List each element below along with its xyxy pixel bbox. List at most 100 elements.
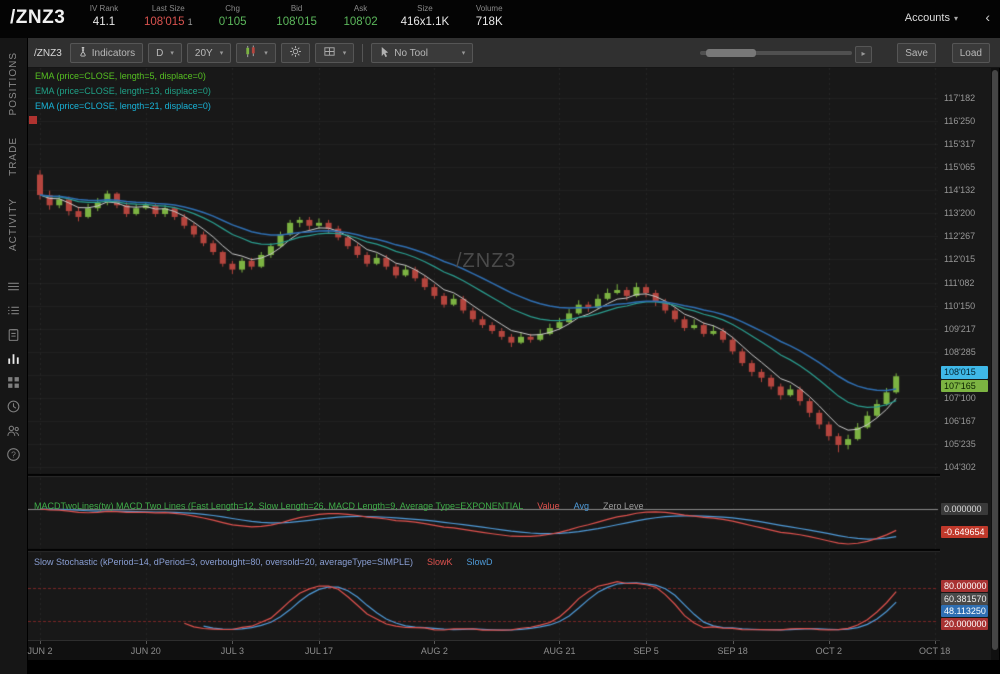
- chart-canvas[interactable]: [28, 68, 940, 660]
- price-axis-label: 112'267: [944, 231, 976, 242]
- time-axis-tick: [145, 641, 147, 644]
- stat-label: Bid: [290, 4, 303, 13]
- indicators-button[interactable]: Indicators: [69, 43, 144, 63]
- legend-slowk: SlowK: [426, 557, 453, 567]
- price-axis-label: 117'182: [944, 93, 976, 103]
- stochastic-value-tag: 48.113250: [941, 605, 988, 617]
- stat-volume: Volume 718K: [465, 4, 513, 28]
- scroll-right-button[interactable]: ▸: [855, 46, 872, 63]
- price-axis-label: 106'167: [944, 415, 976, 426]
- stochastic-value-tag: 20.000000: [941, 617, 988, 630]
- sidebar-tabs: POSITIONS TRADE ACTIVITY: [8, 52, 19, 273]
- time-axis-label: AUG 21: [543, 646, 576, 656]
- time-axis-label: OCT 2: [815, 646, 842, 656]
- stat-value: 0'105: [218, 16, 247, 28]
- layout-dropdown[interactable]: ▾: [314, 43, 355, 63]
- last-price-tag: 108'015: [941, 366, 988, 379]
- accounts-dropdown[interactable]: Accounts ▾: [905, 12, 958, 24]
- time-axis-label: AUG 2: [420, 646, 448, 656]
- trading-platform: /ZNZ3 IV Rank 41.1 Last Size 108'015 1 Chg 0'1…: [0, 0, 1000, 674]
- price-axis-label: 108'285: [944, 346, 976, 357]
- price-axis-label: 104'302: [944, 462, 976, 473]
- time-axis-label: JUN 20: [130, 646, 161, 656]
- stat-chg: Chg 0'105: [209, 4, 257, 28]
- stat-label: Chg: [225, 4, 240, 13]
- price-axis-label: 110'150: [944, 300, 976, 311]
- drawing-tool-dropdown[interactable]: No Tool ▾: [371, 43, 474, 63]
- stat-suffix: 1: [187, 17, 193, 27]
- price-axis-label: 114'132: [944, 185, 976, 196]
- chart-toolbar: /ZNZ3 Indicators D ▾ 20Y ▾ ▾ ▾ No Tool ▾…: [28, 38, 1000, 68]
- macd-label-text: MACDTwoLines(tw) MACD Two Lines (Fast Le…: [34, 501, 524, 511]
- chart-panel: EMA (price=CLOSE, length=5, displace=0) E…: [28, 68, 940, 660]
- legend-slowd: SlowD: [466, 557, 493, 567]
- price-axis-label: 107'100: [944, 392, 976, 403]
- price-axis-label: 115'065: [944, 162, 976, 173]
- sidebar: POSITIONS TRADE ACTIVITY ?: [0, 38, 28, 674]
- save-label: Save: [905, 47, 928, 59]
- stat-value: 41.1: [92, 16, 116, 28]
- stat-last-size: Last Size 108'015 1: [144, 4, 193, 28]
- range-dropdown[interactable]: 20Y ▾: [186, 43, 232, 63]
- macd-study-label: MACDTwoLines(tw) MACD Two Lines (Fast Le…: [34, 501, 658, 511]
- close-price-tag: 107'165: [941, 380, 988, 392]
- time-axis-tick: [232, 641, 234, 644]
- ema-study-label-3: EMA (price=CLOSE, length=21, displace=0): [35, 101, 211, 111]
- stat-size: Size 416x1.1K: [401, 4, 450, 28]
- stat-value: 718K: [475, 16, 503, 28]
- stochastic-study-label: Slow Stochastic (kPeriod=14, dPeriod=3, …: [34, 557, 507, 567]
- history-clock-icon[interactable]: [6, 399, 22, 415]
- followers-users-icon[interactable]: [6, 423, 22, 439]
- legend-avg: Avg: [573, 501, 589, 511]
- alert-marker: [29, 116, 37, 124]
- menu-rows-icon[interactable]: [6, 279, 22, 295]
- chevron-down-icon: ▾: [461, 50, 466, 57]
- load-button[interactable]: Load: [951, 43, 990, 63]
- apps-grid-icon[interactable]: [6, 375, 22, 391]
- time-axis-tick: [318, 641, 320, 644]
- chart-symbol-chip[interactable]: /ZNZ3: [34, 48, 62, 59]
- time-axis-tick: [732, 641, 734, 644]
- flask-icon: [78, 46, 88, 61]
- watchlist-icon[interactable]: [6, 303, 22, 319]
- collapse-panel-chevron-icon[interactable]: ‹: [985, 9, 990, 25]
- price-axis-label: 111'082: [944, 277, 975, 288]
- stochastic-label-text: Slow Stochastic (kPeriod=14, dPeriod=3, …: [34, 557, 413, 567]
- chevron-down-icon: ▾: [170, 50, 174, 57]
- chart-icon[interactable]: [6, 351, 22, 367]
- header: /ZNZ3 IV Rank 41.1 Last Size 108'015 1 Chg 0'1…: [0, 0, 1000, 38]
- sidebar-tab-activity[interactable]: ACTIVITY: [8, 198, 19, 251]
- ema-study-label-2: EMA (price=CLOSE, length=13, displace=0): [35, 86, 211, 96]
- range-value: 20Y: [194, 47, 213, 59]
- time-axis-label: SEP 5: [633, 646, 659, 656]
- layout-grid-icon: [323, 45, 336, 61]
- timeframe-dropdown[interactable]: D ▾: [148, 43, 182, 63]
- time-axis-tick: [559, 641, 561, 644]
- symbol-title: /ZNZ3: [10, 7, 66, 28]
- slider-thumb[interactable]: [706, 49, 756, 57]
- sidebar-tab-positions[interactable]: POSITIONS: [8, 52, 19, 115]
- scrollbar-thumb[interactable]: [992, 70, 998, 650]
- stochastic-value-tag: 80.000000: [941, 580, 988, 592]
- timeframe-value: D: [156, 47, 164, 59]
- gear-icon: [289, 45, 302, 61]
- time-axis-label: JUN 2: [27, 646, 53, 656]
- sidebar-icons: ?: [6, 279, 22, 463]
- macd-zero-tag: 0.000000: [941, 503, 988, 515]
- chart-type-dropdown[interactable]: ▾: [236, 43, 276, 63]
- price-axis-label: 115'317: [944, 139, 976, 150]
- stat-bid: Bid 108'015: [273, 4, 321, 28]
- toolbar-divider: [362, 44, 364, 62]
- help-icon[interactable]: ?: [6, 447, 22, 463]
- save-button[interactable]: Save: [897, 43, 936, 63]
- chart-settings-button[interactable]: [280, 43, 310, 63]
- sidebar-tab-trade[interactable]: TRADE: [8, 137, 19, 176]
- chart-zoom-slider[interactable]: [700, 49, 852, 57]
- orders-clipboard-icon[interactable]: [6, 327, 22, 343]
- vertical-scrollbar[interactable]: [991, 68, 999, 660]
- stat-value: 108'015: [276, 16, 317, 28]
- cursor-icon: [379, 46, 390, 61]
- stat-label: Volume: [475, 4, 503, 13]
- price-axis: 117'182 116'250 115'317 115'065 114'132 113'2…: [940, 68, 991, 660]
- quote-stats: IV Rank 41.1 Last Size 108'015 1 Chg 0'105 Bid 1…: [80, 4, 513, 28]
